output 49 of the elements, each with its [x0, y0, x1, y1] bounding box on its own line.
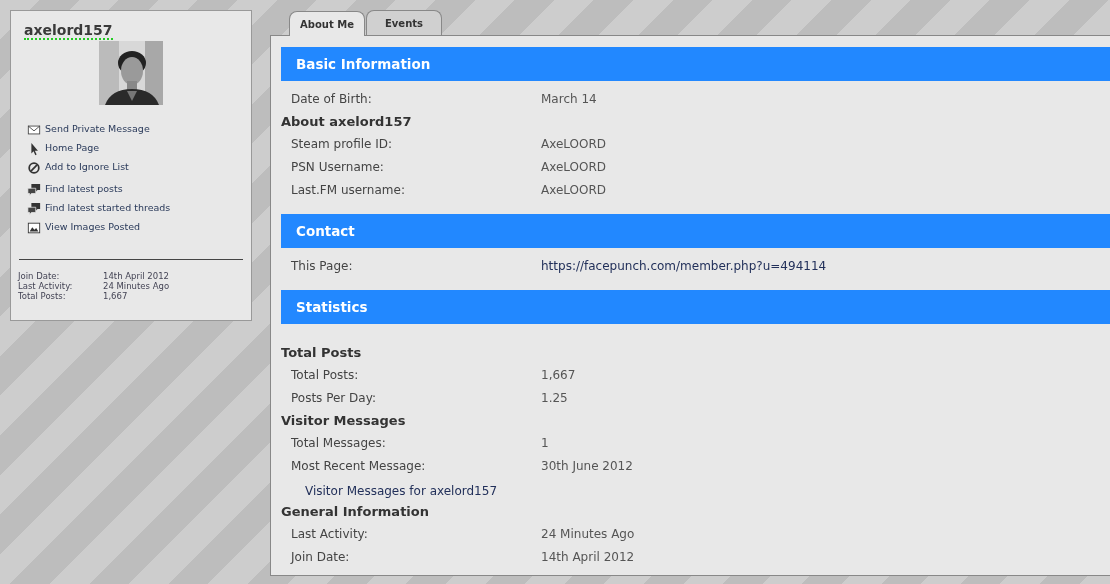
section-header: Basic Information: [281, 47, 1110, 81]
image-icon: [27, 220, 41, 235]
field-value: AxeLOORD: [541, 159, 607, 176]
stat-value: 14th April 2012: [103, 271, 169, 281]
field-label: PSN Username:: [291, 159, 385, 176]
action-link[interactable]: Home Page: [45, 141, 100, 156]
field-label: Posts Per Day:: [291, 390, 377, 407]
field-label: Date of Birth:: [291, 91, 373, 108]
field-label: Last Activity:: [291, 526, 369, 543]
field-label: Steam profile ID:: [291, 136, 394, 153]
speech-bubbles-icon: [27, 201, 41, 216]
action-link[interactable]: Add to Ignore List: [45, 160, 129, 175]
tab[interactable]: About Me: [289, 11, 365, 36]
field-value: AxeLOORD: [541, 136, 607, 153]
profile-link[interactable]: https://facepunch.com/member.php?u=494114: [541, 255, 827, 278]
tab[interactable]: Events: [366, 10, 442, 35]
field-label: Total Messages:: [291, 435, 387, 452]
section-header: Contact: [281, 214, 1110, 248]
action-link[interactable]: Find latest started threads: [45, 201, 171, 216]
stat-value: 1,667: [103, 291, 128, 301]
field-value: 1: [541, 435, 549, 452]
block-icon: [27, 160, 41, 175]
group-heading: Total Posts: [281, 344, 363, 362]
field-label: Most Recent Message:: [291, 458, 427, 475]
stat-label: Last Activity:: [18, 281, 74, 291]
action-link[interactable]: Send Private Message: [45, 122, 150, 137]
stat-label: Total Posts:: [18, 291, 67, 301]
stat-label: Join Date:: [18, 271, 61, 281]
section-header: Statistics: [281, 290, 1110, 324]
field-label: Last.FM username:: [291, 182, 406, 199]
field-value: March 14: [541, 91, 597, 108]
field-value: 1.25: [541, 390, 568, 407]
field-value: AxeLOORD: [541, 182, 607, 199]
speech-bubbles-icon: [27, 182, 41, 197]
envelope-icon: [27, 122, 41, 137]
action-link[interactable]: View Images Posted: [45, 220, 141, 235]
group-heading: Visitor Messages: [281, 412, 407, 430]
field-value: 14th April 2012: [541, 549, 635, 566]
field-value: 30th June 2012: [541, 458, 633, 475]
field-label: This Page:: [291, 258, 354, 275]
field-label: Total Posts:: [291, 367, 360, 384]
group-heading: General Information: [281, 503, 430, 521]
stat-value: 24 Minutes Ago: [103, 281, 170, 291]
field-value: 24 Minutes Ago: [541, 526, 635, 543]
group-heading: About axelord157: [281, 113, 413, 131]
profile-link[interactable]: Visitor Messages for axelord157: [305, 484, 498, 498]
action-link[interactable]: Find latest posts: [45, 182, 123, 197]
field-value: 1,667: [541, 367, 576, 384]
field-label: Join Date:: [291, 549, 351, 566]
